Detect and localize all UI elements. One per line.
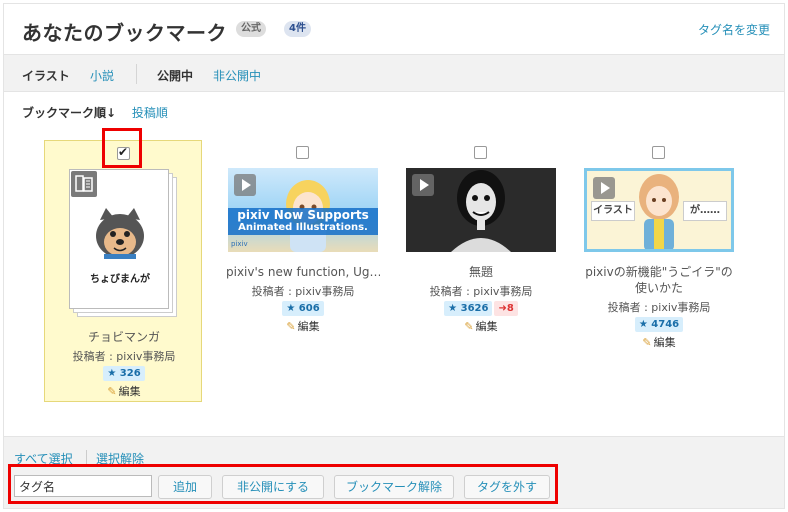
pencil-icon: ✎ [107, 385, 117, 398]
video-banner: pixiv Now Supports Animated Illustration… [228, 208, 378, 235]
work-stats: ★ 606 [224, 300, 382, 316]
type-filter-bar: イラスト 小説 公開中 非公開中 [4, 54, 784, 92]
work-author[interactable]: 投稿者 : pixiv事務局 [224, 283, 382, 299]
select-divider [86, 450, 87, 464]
count-badge: 4件 [284, 21, 311, 37]
filter-novel[interactable]: 小説 [90, 67, 114, 84]
work-title[interactable]: pixivの新機能"うごイラ"の使いかた [582, 264, 736, 296]
video-thumbnail[interactable]: pixiv Now Supports Animated Illustration… [228, 168, 378, 252]
pencil-icon: ✎ [642, 336, 652, 349]
bookmark-count-badge[interactable]: ★ 606 [282, 301, 324, 316]
sort-bar: ブックマーク順↓ 投稿順 [22, 104, 168, 121]
video-thumbnail[interactable] [406, 168, 556, 252]
repost-count-badge[interactable]: ➜8 [494, 301, 518, 316]
bookmark-count-badge[interactable]: ★ 3626 [444, 301, 493, 316]
star-icon: ★ [286, 303, 296, 314]
work-title[interactable]: チョビマンガ [47, 329, 201, 345]
pencil-icon: ✎ [286, 320, 296, 333]
work-card[interactable]: 無題 投稿者 : pixiv事務局 ★ 3626 ➜8 ✎ 編集 [402, 140, 560, 402]
page-title: あなたのブックマーク [22, 21, 227, 45]
sort-post-order[interactable]: 投稿順 [132, 106, 168, 120]
manga-icon [71, 171, 97, 197]
official-badge: 公式 [236, 21, 266, 37]
work-stats: ★ 326 [45, 365, 203, 381]
anime-girl-image [639, 174, 679, 249]
work-stats: ★ 3626 ➜8 [402, 300, 560, 316]
manga-thumbnail[interactable]: ちょびまんが [69, 169, 179, 319]
dog-character-icon [96, 208, 144, 259]
pencil-icon: ✎ [464, 320, 474, 333]
arrow-icon: ➜ [498, 303, 507, 314]
work-stats: ★ 4746 [580, 316, 738, 332]
star-icon: ★ [107, 368, 117, 379]
manga-thumb-label: ちょびまんが [90, 274, 150, 285]
filter-private[interactable]: 非公開中 [213, 67, 261, 84]
edit-link[interactable]: ✎ 編集 [224, 318, 382, 334]
bookmark-count-badge[interactable]: ★ 4746 [634, 317, 684, 332]
work-checkbox[interactable] [652, 146, 665, 159]
work-card[interactable]: イラスト が…… pixivの新機能"うごイラ"の使いかた 投稿者 : pixi… [580, 140, 738, 402]
portrait-image [451, 170, 511, 252]
play-icon [593, 177, 615, 199]
filter-public[interactable]: 公開中 [157, 67, 193, 84]
work-author[interactable]: 投稿者 : pixiv事務局 [402, 283, 560, 299]
video-thumbnail[interactable]: イラスト が…… [584, 168, 734, 252]
work-title[interactable]: pixiv's new function, Ug… [226, 264, 380, 280]
play-icon [412, 174, 434, 196]
work-card[interactable]: ちょびまんが チョビマンガ 投稿者 : pixiv事務局 ★ 326 ✎編集 [44, 140, 202, 402]
filter-divider [136, 64, 137, 84]
star-icon: ★ [638, 319, 648, 330]
play-icon [234, 174, 256, 196]
sort-bookmark-order[interactable]: ブックマーク順↓ [22, 106, 116, 120]
work-checkbox[interactable] [296, 146, 309, 159]
edit-link[interactable]: ✎ 編集 [580, 334, 738, 350]
bookmark-count-badge[interactable]: ★ 326 [103, 366, 145, 381]
work-checkbox[interactable] [474, 146, 487, 159]
action-bar-highlight [8, 464, 558, 504]
rename-tag-link[interactable]: タグ名を変更 [698, 21, 770, 38]
checkbox-highlight [102, 128, 142, 168]
edit-link[interactable]: ✎ 編集 [45, 383, 203, 399]
edit-link[interactable]: ✎ 編集 [402, 318, 560, 334]
work-title[interactable]: 無題 [404, 264, 558, 280]
filter-illust[interactable]: イラスト [22, 67, 70, 84]
bookmark-page: あなたのブックマーク 公式 4件 タグ名を変更 イラスト 小説 公開中 非公開中… [3, 3, 785, 509]
page-header: あなたのブックマーク 公式 4件 タグ名を変更 [4, 4, 784, 54]
work-card[interactable]: pixiv Now Supports Animated Illustration… [224, 140, 382, 402]
star-icon: ★ [448, 303, 458, 314]
work-author[interactable]: 投稿者 : pixiv事務局 [580, 299, 738, 315]
work-author[interactable]: 投稿者 : pixiv事務局 [45, 348, 203, 364]
